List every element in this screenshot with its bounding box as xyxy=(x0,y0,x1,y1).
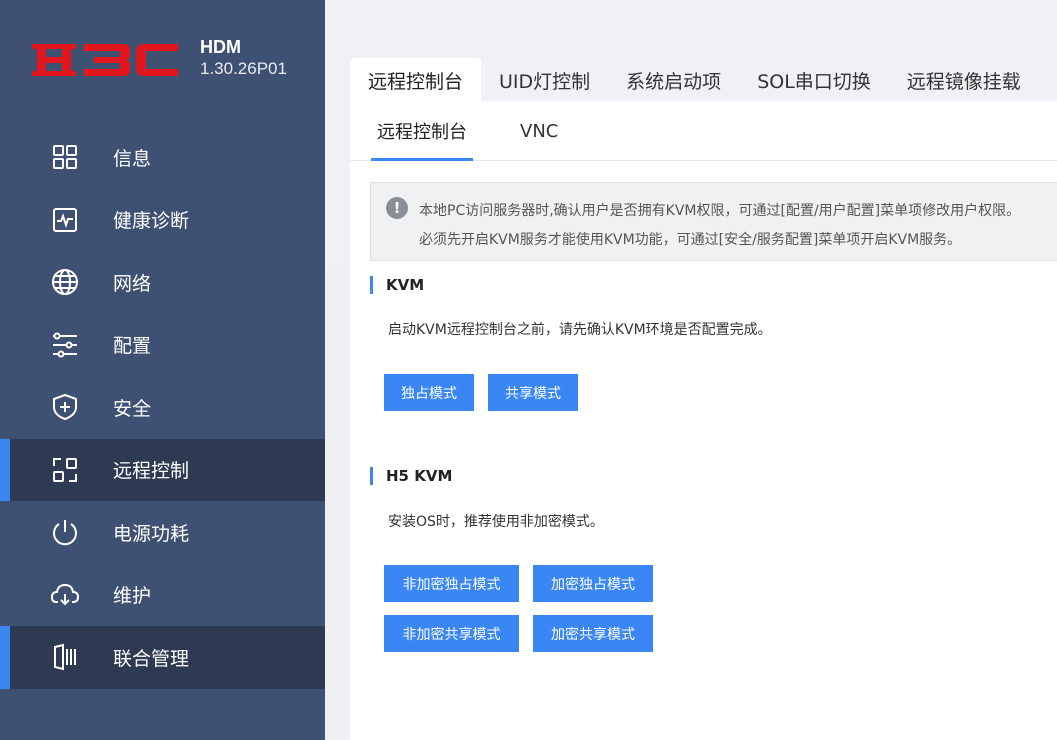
product-name: HDM xyxy=(200,37,241,57)
subtab-remote-console[interactable]: 远程控制台 xyxy=(371,101,473,161)
sidebar-item-security[interactable]: 安全 xyxy=(0,376,325,439)
content-panel: 远程控制台 VNC ! 本地PC访问服务器时,确认用户是否拥有KVM权限，可通过… xyxy=(350,101,1057,740)
top-tabs: 远程控制台 UID灯控制 系统启动项 SOL串口切换 远程镜像挂载 xyxy=(350,58,1039,102)
h5kvm-section-title: H5 KVM xyxy=(370,467,452,485)
grid-icon xyxy=(50,142,80,172)
tab-uid-light[interactable]: UID灯控制 xyxy=(481,58,608,102)
notice-line-1: 本地PC访问服务器时,确认用户是否拥有KVM权限，可通过[配置/用户配置]菜单项… xyxy=(419,203,1021,219)
product-version: 1.30.26P01 xyxy=(200,59,287,78)
sidebar-item-maintenance[interactable]: 维护 xyxy=(0,564,325,627)
power-icon xyxy=(50,517,80,547)
h5kvm-unencrypted-exclusive-button[interactable]: 非加密独占模式 xyxy=(384,565,519,602)
sidebar-item-config[interactable]: 配置 xyxy=(0,314,325,377)
sidebar-item-label: 信息 xyxy=(113,147,152,170)
subtab-vnc[interactable]: VNC xyxy=(520,101,558,161)
globe-icon xyxy=(50,267,80,297)
sidebar-item-network[interactable]: 网络 xyxy=(0,251,325,314)
sidebar-item-label: 远程控制 xyxy=(113,460,190,483)
sidebar-item-info[interactable]: 信息 xyxy=(0,126,325,189)
warning-icon: ! xyxy=(386,197,408,219)
sidebar-item-label: 电源功耗 xyxy=(113,522,190,545)
h5kvm-encrypted-exclusive-button[interactable]: 加密独占模式 xyxy=(533,565,653,602)
sub-tabs: 远程控制台 VNC xyxy=(350,101,1057,161)
kvm-description: 启动KVM远程控制台之前，请先确认KVM环境是否配置完成。 xyxy=(388,322,772,338)
kvm-exclusive-button[interactable]: 独占模式 xyxy=(384,374,474,411)
notice-box: ! 本地PC访问服务器时,确认用户是否拥有KVM权限，可通过[配置/用户配置]菜… xyxy=(370,182,1057,261)
sidebar-item-health[interactable]: 健康诊断 xyxy=(0,189,325,252)
tab-remote-media[interactable]: 远程镜像挂载 xyxy=(889,58,1039,102)
kvm-shared-button[interactable]: 共享模式 xyxy=(488,374,578,411)
sidebar-item-label: 网络 xyxy=(113,272,152,295)
tab-boot-options[interactable]: 系统启动项 xyxy=(608,58,739,102)
sidebar-item-label: 安全 xyxy=(113,397,152,420)
sidebar-item-label: 维护 xyxy=(113,585,152,608)
remote-control-icon xyxy=(50,455,80,485)
shield-icon xyxy=(50,392,80,422)
tab-sol-serial[interactable]: SOL串口切换 xyxy=(739,58,889,102)
sidebar-item-power[interactable]: 电源功耗 xyxy=(0,501,325,564)
sliders-icon xyxy=(50,330,80,360)
tab-remote-console[interactable]: 远程控制台 xyxy=(350,58,482,102)
federation-icon xyxy=(50,642,80,672)
sidebar-item-federation[interactable]: 联合管理 xyxy=(0,626,325,689)
h5kvm-encrypted-shared-button[interactable]: 加密共享模式 xyxy=(533,615,653,652)
cloud-maintenance-icon xyxy=(50,580,80,610)
sidebar-item-label: 联合管理 xyxy=(113,647,190,670)
product-info: HDM 1.30.26P01 xyxy=(200,36,287,80)
sidebar-item-remote-control[interactable]: 远程控制 xyxy=(0,438,325,501)
notice-line-2: 必须先开启KVM服务才能使用KVM功能，可通过[安全/服务配置]菜单项开启KVM… xyxy=(419,232,962,248)
h3c-logo xyxy=(32,44,178,76)
sidebar-item-label: 健康诊断 xyxy=(113,210,190,233)
heartbeat-icon xyxy=(50,205,80,235)
h5kvm-description: 安装OS时，推荐使用非加密模式。 xyxy=(388,514,604,530)
sidebar-nav: 信息 健康诊断 网络 配置 安全 远程控制 电源功耗 维护 联合管理 xyxy=(0,126,325,689)
kvm-section-title: KVM xyxy=(370,276,424,294)
sidebar-item-label: 配置 xyxy=(113,335,152,358)
sidebar: HDM 1.30.26P01 信息 健康诊断 网络 配置 安全 远程控制 电源功… xyxy=(0,0,325,740)
h5kvm-unencrypted-shared-button[interactable]: 非加密共享模式 xyxy=(384,615,519,652)
